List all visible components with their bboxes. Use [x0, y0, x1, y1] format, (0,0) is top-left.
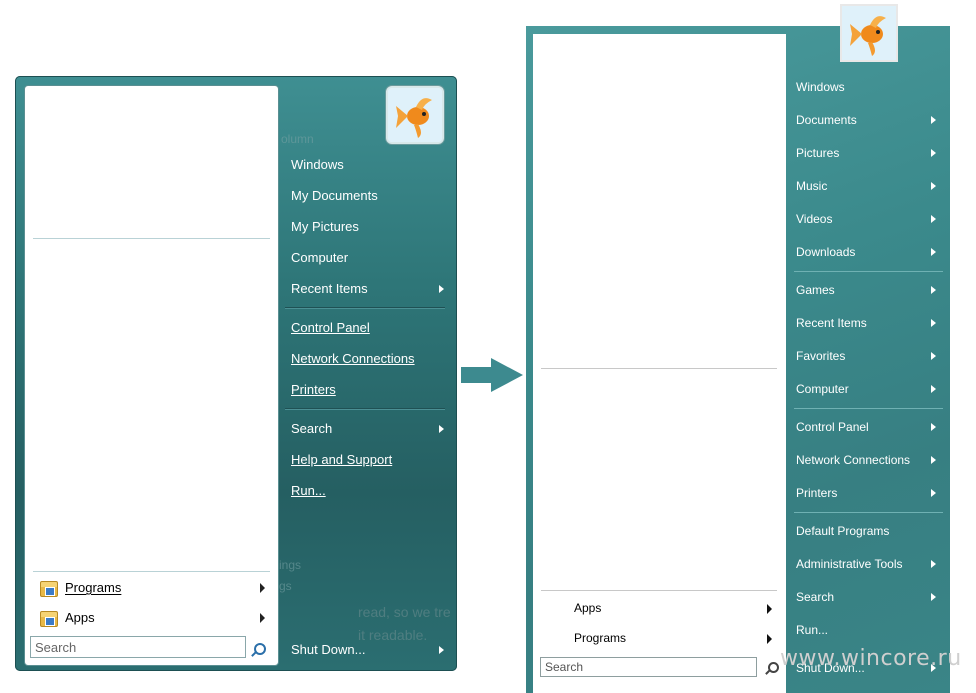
menu-item-control-panel[interactable]: Control Panel	[796, 417, 869, 437]
separator	[794, 271, 943, 272]
apps-label: Apps	[65, 610, 95, 625]
menu-item-recent-items[interactable]: Recent Items	[796, 313, 867, 333]
menu-item-default-programs[interactable]: Default Programs	[796, 521, 889, 541]
right-programs-pane: Apps Programs Search	[533, 34, 786, 693]
folder-programs-icon	[40, 580, 58, 597]
menu-item-documents[interactable]: Documents	[796, 110, 857, 130]
menu-item-computer[interactable]: Computer	[796, 379, 849, 399]
submenu-arrow-icon	[931, 319, 936, 327]
menu-item-search[interactable]: Search	[796, 587, 834, 607]
menu-item-pictures[interactable]: Pictures	[796, 143, 839, 163]
ghost-text: ings	[279, 558, 302, 572]
left-programs-pane: Programs Apps Search	[24, 85, 279, 666]
menu-item-favorites[interactable]: Favorites	[796, 346, 845, 366]
submenu-arrow-icon	[931, 423, 936, 431]
menu-item-computer[interactable]: Computer	[291, 247, 348, 269]
folder-apps-icon	[40, 610, 58, 627]
pane-divider	[33, 571, 270, 572]
submenu-arrow-icon	[931, 116, 936, 124]
submenu-arrow-icon	[931, 385, 936, 393]
submenu-arrow-icon	[260, 613, 265, 623]
menu-item-windows[interactable]: Windows	[291, 154, 344, 176]
separator	[794, 512, 943, 513]
search-icon[interactable]	[254, 643, 266, 655]
search-input[interactable]: Search	[540, 657, 757, 677]
separator	[794, 408, 943, 409]
programs-item[interactable]: Programs	[574, 628, 626, 648]
shutdown-button[interactable]: Shut Down...	[291, 639, 365, 661]
menu-item-search[interactable]: Search	[291, 418, 332, 440]
submenu-arrow-icon	[931, 560, 936, 568]
menu-item-printers[interactable]: Printers	[291, 379, 336, 401]
ghost-text: olumn	[281, 132, 314, 146]
submenu-arrow-icon	[439, 285, 444, 293]
apps-item[interactable]: Apps	[40, 606, 95, 630]
submenu-arrow-icon	[439, 425, 444, 433]
separator	[285, 307, 445, 309]
goldfish-picture-icon	[842, 6, 896, 60]
ghost-text: read, so we tre	[358, 604, 451, 620]
menu-item-recent-items[interactable]: Recent Items	[291, 278, 368, 300]
submenu-arrow-icon	[767, 634, 772, 644]
menu-item-network-connections[interactable]: Network Connections	[291, 348, 415, 370]
menu-item-downloads[interactable]: Downloads	[796, 242, 855, 262]
menu-item-my-documents[interactable]: My Documents	[291, 185, 378, 207]
menu-item-windows[interactable]: Windows	[796, 77, 845, 97]
search-input[interactable]: Search	[30, 636, 246, 658]
ghost-text: gs	[279, 579, 292, 593]
separator	[285, 408, 445, 410]
pane-divider	[33, 238, 270, 239]
goldfish-picture-icon	[388, 88, 442, 142]
menu-item-help-and-support[interactable]: Help and Support	[291, 449, 392, 471]
watermark: www.wincore.ru	[780, 646, 962, 671]
submenu-arrow-icon	[931, 593, 936, 601]
menu-item-administrative-tools[interactable]: Administrative Tools	[796, 554, 903, 574]
menu-item-games[interactable]: Games	[796, 280, 835, 300]
pane-divider	[541, 368, 777, 369]
submenu-arrow-icon	[767, 604, 772, 614]
menu-item-network-connections[interactable]: Network Connections	[796, 450, 910, 470]
shutdown-options-arrow-icon[interactable]	[439, 646, 444, 654]
classic-start-menu: Programs Apps Search olumn ings gs read,…	[15, 76, 457, 671]
submenu-arrow-icon	[260, 583, 265, 593]
programs-label: Programs	[65, 580, 122, 595]
menu-item-run[interactable]: Run...	[796, 620, 828, 640]
submenu-arrow-icon	[931, 248, 936, 256]
windows8-start-menu: Apps Programs Search Windows Documents P…	[526, 4, 950, 693]
apps-item[interactable]: Apps	[574, 598, 601, 618]
menu-item-printers[interactable]: Printers	[796, 483, 837, 503]
user-avatar[interactable]	[386, 86, 444, 144]
programs-item[interactable]: Programs	[40, 576, 121, 600]
submenu-arrow-icon	[931, 352, 936, 360]
submenu-arrow-icon	[931, 215, 936, 223]
menu-item-music[interactable]: Music	[796, 176, 827, 196]
ghost-text: it readable.	[358, 627, 428, 643]
submenu-arrow-icon	[931, 149, 936, 157]
submenu-arrow-icon	[931, 286, 936, 294]
submenu-arrow-icon	[931, 489, 936, 497]
submenu-arrow-icon	[931, 182, 936, 190]
pane-divider	[541, 590, 777, 591]
user-avatar[interactable]	[840, 4, 898, 62]
search-icon[interactable]	[768, 662, 779, 673]
submenu-arrow-icon	[931, 456, 936, 464]
menu-item-control-panel[interactable]: Control Panel	[291, 317, 370, 339]
transition-arrow-icon	[461, 358, 523, 392]
menu-item-my-pictures[interactable]: My Pictures	[291, 216, 359, 238]
menu-item-run[interactable]: Run...	[291, 480, 326, 502]
menu-item-videos[interactable]: Videos	[796, 209, 832, 229]
